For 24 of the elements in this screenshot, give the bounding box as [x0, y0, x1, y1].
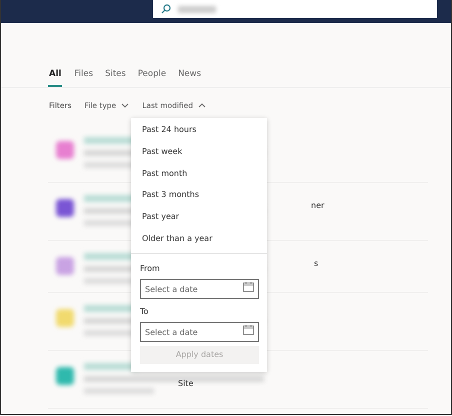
- tab[interactable]: News: [178, 66, 202, 87]
- search-icon: [161, 4, 171, 14]
- menu-item[interactable]: Past year: [131, 206, 267, 228]
- result-text: Site: [178, 379, 194, 388]
- menu-item[interactable]: Past 24 hours: [131, 119, 267, 141]
- date-field[interactable]: Select a date: [140, 322, 259, 342]
- calendar-icon: [243, 324, 254, 335]
- search-field[interactable]: [153, 0, 437, 18]
- menu-item[interactable]: Past month: [131, 162, 267, 184]
- calendar-icon: [243, 282, 254, 292]
- menu-item[interactable]: Older than a year: [131, 228, 267, 250]
- from-label: From: [139, 262, 161, 275]
- to-label: To: [139, 306, 150, 318]
- chevron-icon: [121, 102, 130, 108]
- menu-item[interactable]: Past 3 months: [131, 184, 267, 206]
- result-text: s: [314, 259, 318, 268]
- tab[interactable]: Sites: [105, 66, 126, 87]
- result-text: ner: [311, 201, 324, 210]
- tab[interactable]: Files: [74, 66, 94, 87]
- menu-item[interactable]: Past week: [131, 140, 267, 163]
- tab[interactable]: All: [48, 66, 62, 87]
- date-field[interactable]: Select a date: [140, 279, 259, 300]
- chevron-icon: [198, 102, 206, 108]
- tab[interactable]: People: [138, 66, 166, 87]
